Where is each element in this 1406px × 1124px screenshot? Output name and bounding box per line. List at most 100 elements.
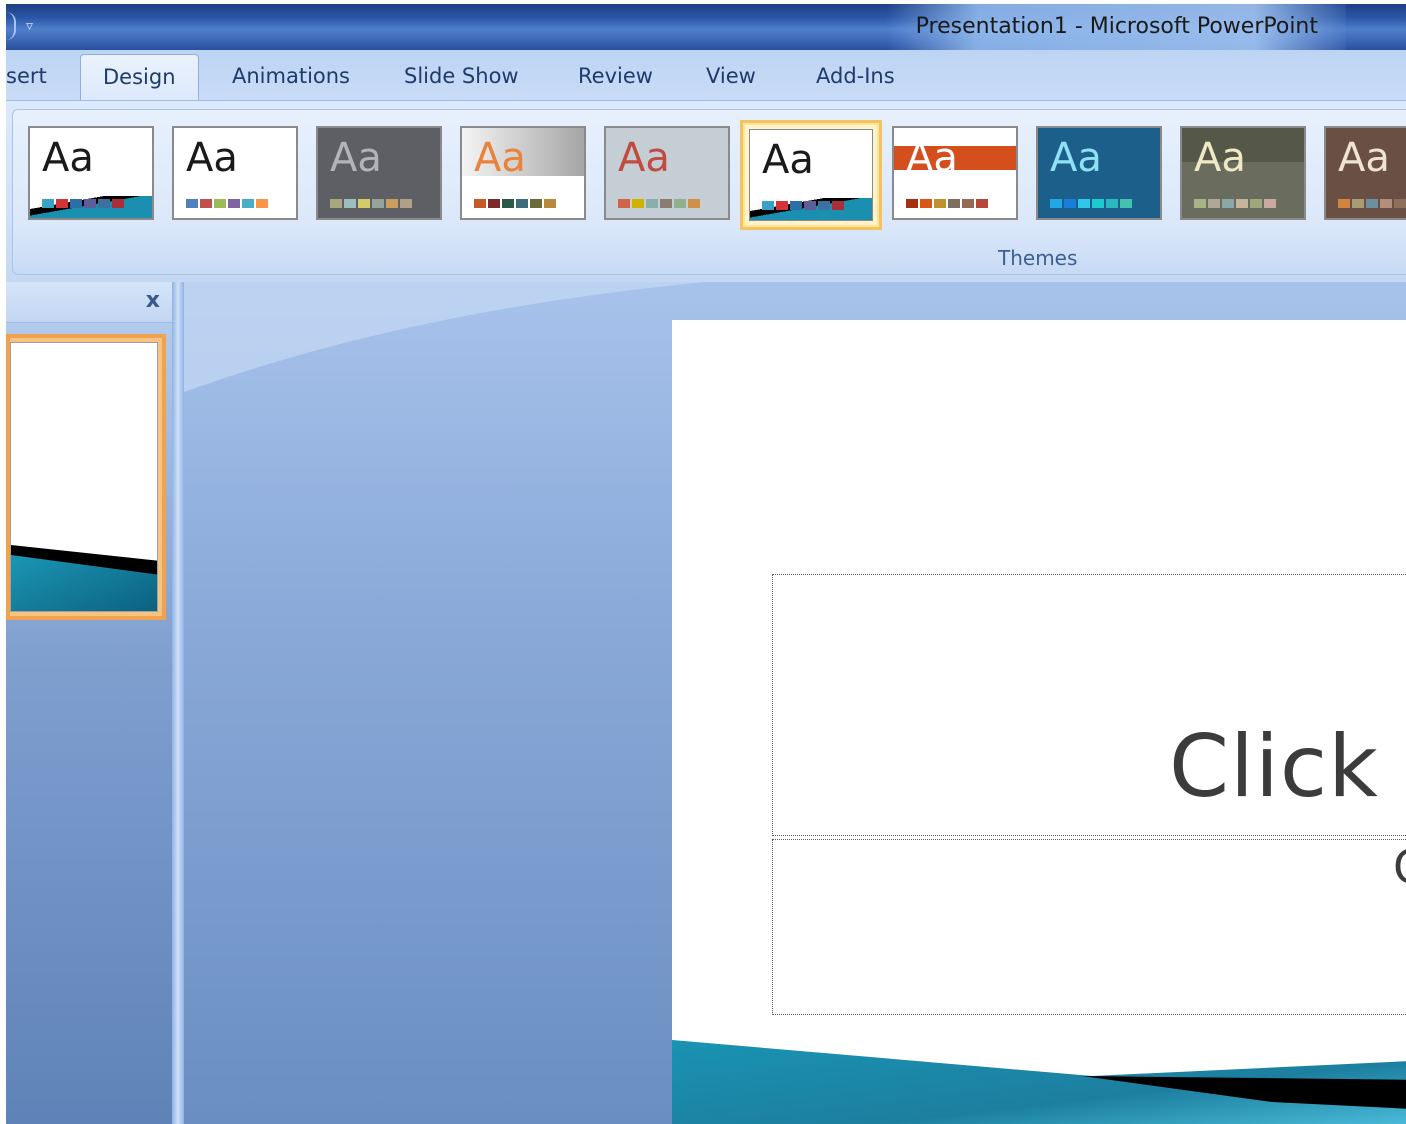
color-swatch	[70, 199, 82, 208]
theme-sample-text: Aa	[474, 135, 526, 181]
tab-animations[interactable]: Animations	[232, 64, 350, 88]
slide-thumbnail-art	[11, 545, 157, 611]
theme-sample-text: Aa	[1050, 135, 1102, 181]
color-swatch	[1064, 199, 1076, 208]
color-swatch	[1208, 199, 1220, 208]
title-placeholder-text: Click t	[1169, 717, 1406, 817]
color-swatch	[818, 201, 830, 210]
color-swatch	[98, 199, 110, 208]
title-placeholder[interactable]: Click t	[772, 574, 1406, 836]
color-swatch	[544, 199, 556, 208]
color-swatch	[962, 199, 974, 208]
color-swatch	[488, 199, 500, 208]
color-swatch	[474, 199, 486, 208]
theme-sample-text: Aa	[42, 135, 94, 181]
color-swatch	[906, 199, 918, 208]
color-swatch	[832, 201, 844, 210]
theme-sample-text: Aa	[1194, 135, 1246, 181]
theme-thumbnail[interactable]: Aa	[1180, 126, 1306, 220]
theme-thumbnail-preview: Aa	[749, 129, 873, 221]
pane-splitter[interactable]	[172, 282, 184, 1124]
theme-color-swatches	[618, 199, 700, 208]
slide-canvas[interactable]: Click t C	[672, 320, 1406, 1124]
color-swatch	[386, 199, 398, 208]
office-button-edge[interactable]	[6, 12, 16, 40]
tab-slide-show[interactable]: Slide Show	[404, 64, 519, 88]
slide-thumbnail[interactable]	[6, 334, 166, 620]
color-swatch	[1078, 199, 1090, 208]
color-swatch	[1338, 199, 1350, 208]
color-swatch	[976, 199, 988, 208]
theme-thumbnail-preview: Aa	[30, 128, 152, 218]
color-swatch	[1092, 199, 1104, 208]
color-swatch	[1106, 199, 1118, 208]
quick-access-dropdown-icon[interactable]: ▿	[26, 18, 33, 34]
color-swatch	[1352, 199, 1364, 208]
color-swatch	[1264, 199, 1276, 208]
ribbon-tabs: sert Design Animations Slide Show Review…	[6, 50, 1406, 104]
theme-thumbnail[interactable]: Aa	[28, 126, 154, 220]
color-swatch	[344, 199, 356, 208]
color-swatch	[400, 199, 412, 208]
theme-sample-text: Aa	[330, 135, 382, 181]
tab-design[interactable]: Design	[80, 54, 199, 104]
theme-thumbnail[interactable]: Aa	[740, 120, 882, 230]
theme-thumbnail-preview: Aa	[894, 128, 1016, 218]
color-swatch	[372, 199, 384, 208]
color-swatch	[228, 199, 240, 208]
theme-color-swatches	[1050, 199, 1132, 208]
color-swatch	[200, 199, 212, 208]
color-swatch	[920, 199, 932, 208]
theme-thumbnail[interactable]: Aa	[604, 126, 730, 220]
theme-color-swatches	[186, 199, 268, 208]
theme-thumbnail[interactable]: Aa	[1324, 126, 1406, 220]
theme-thumbnail[interactable]: Aa	[316, 126, 442, 220]
theme-thumbnail[interactable]: Aa	[1036, 126, 1162, 220]
tab-review[interactable]: Review	[578, 64, 653, 88]
color-swatch	[660, 199, 672, 208]
theme-sample-text: Aa	[618, 135, 670, 181]
theme-thumbnail-preview: Aa	[1038, 128, 1160, 218]
color-swatch	[1194, 199, 1206, 208]
color-swatch	[776, 201, 788, 210]
tab-insert[interactable]: sert	[6, 64, 47, 88]
theme-thumbnail[interactable]: Aa	[172, 126, 298, 220]
window-title: Presentation1 - Microsoft PowerPoint	[915, 14, 1318, 39]
color-swatch	[112, 199, 124, 208]
color-swatch	[1394, 199, 1406, 208]
color-swatch	[1050, 199, 1062, 208]
color-swatch	[762, 201, 774, 210]
theme-color-swatches	[1194, 199, 1276, 208]
color-swatch	[688, 199, 700, 208]
color-swatch	[790, 201, 802, 210]
theme-thumbnail-preview: Aa	[1182, 128, 1304, 218]
theme-thumbnail[interactable]: Aa	[460, 126, 586, 220]
theme-thumbnail[interactable]: Aa	[892, 126, 1018, 220]
color-swatch	[1120, 199, 1132, 208]
theme-sample-text: Aa	[906, 135, 958, 181]
themes-group-label: Themes	[998, 246, 1078, 270]
tab-add-ins[interactable]: Add-Ins	[816, 64, 895, 88]
close-icon[interactable]: x	[146, 288, 160, 313]
color-swatch	[948, 199, 960, 208]
color-swatch	[186, 199, 198, 208]
color-swatch	[214, 199, 226, 208]
color-swatch	[1380, 199, 1392, 208]
color-swatch	[646, 199, 658, 208]
color-swatch	[1250, 199, 1262, 208]
color-swatch	[934, 199, 946, 208]
color-swatch	[516, 199, 528, 208]
theme-sample-text: Aa	[762, 137, 814, 183]
theme-thumbnail-preview: Aa	[318, 128, 440, 218]
color-swatch	[42, 199, 54, 208]
tab-view[interactable]: View	[706, 64, 756, 88]
color-swatch	[1222, 199, 1234, 208]
color-swatch	[242, 199, 254, 208]
color-swatch	[1236, 199, 1248, 208]
powerpoint-window: ▿ Presentation1 - Microsoft PowerPoint s…	[0, 0, 1406, 1124]
theme-color-swatches	[42, 199, 124, 208]
subtitle-placeholder[interactable]: C	[772, 839, 1406, 1015]
slides-panel: x	[6, 282, 173, 1124]
color-swatch	[330, 199, 342, 208]
theme-color-swatches	[906, 199, 988, 208]
